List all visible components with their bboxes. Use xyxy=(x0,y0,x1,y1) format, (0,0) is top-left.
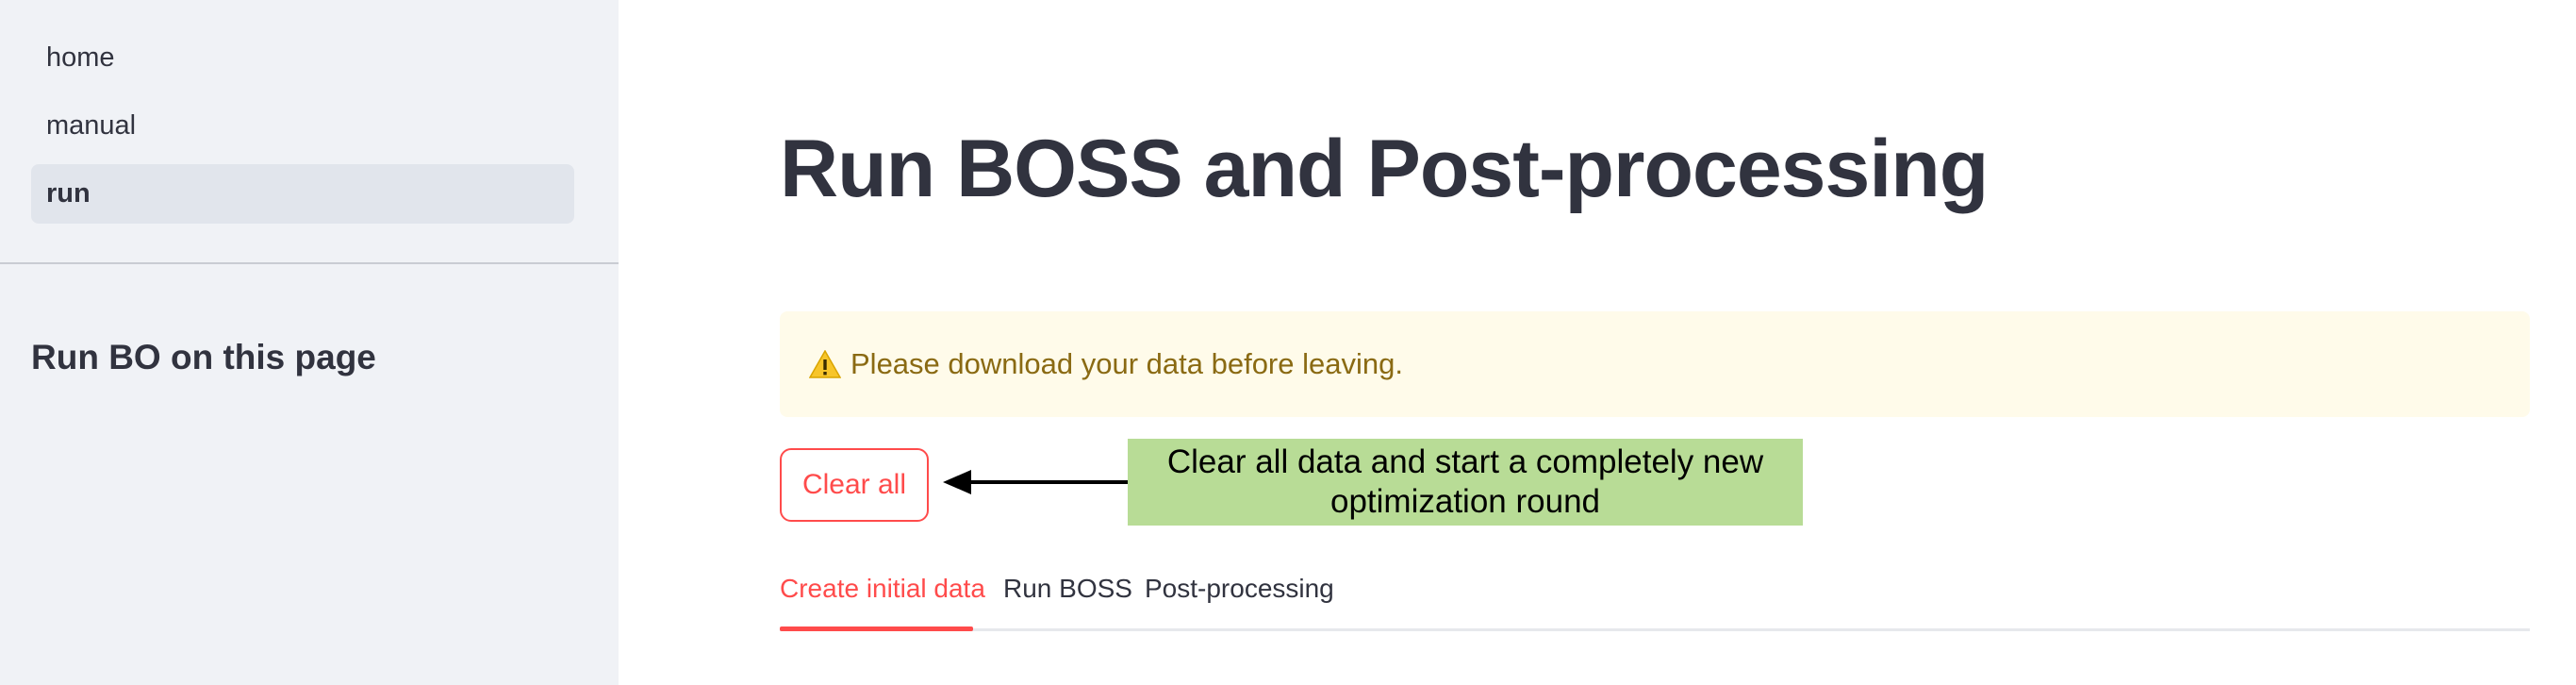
active-tab-indicator xyxy=(780,627,973,631)
nav-item-manual[interactable]: manual xyxy=(31,96,574,156)
page-title: Run BOSS and Post-processing xyxy=(780,124,1989,214)
tab-post-processing[interactable]: Post-processing xyxy=(1145,574,1334,604)
clear-all-button[interactable]: Clear all xyxy=(780,448,929,522)
sidebar-heading: Run BO on this page xyxy=(31,338,376,376)
tab-create-initial-data[interactable]: Create initial data xyxy=(780,574,985,604)
sidebar: home manual run Run BO on this page xyxy=(0,0,619,685)
annotation-callout: Clear all data and start a completely ne… xyxy=(1128,439,1803,526)
annotation-arrow xyxy=(943,470,1128,494)
warning-text: Please download your data before leaving… xyxy=(850,347,1403,380)
nav-item-run[interactable]: run xyxy=(31,164,574,224)
sidebar-divider xyxy=(0,262,619,264)
tab-bar: Create initial data Run BOSS Post-proces… xyxy=(780,566,2530,634)
warning-alert: Please download your data before leaving… xyxy=(780,311,2530,417)
nav-item-home[interactable]: home xyxy=(31,28,574,88)
tab-run-boss[interactable]: Run BOSS xyxy=(1003,574,1132,604)
tab-rail xyxy=(780,628,2530,631)
warning-icon xyxy=(809,350,841,378)
